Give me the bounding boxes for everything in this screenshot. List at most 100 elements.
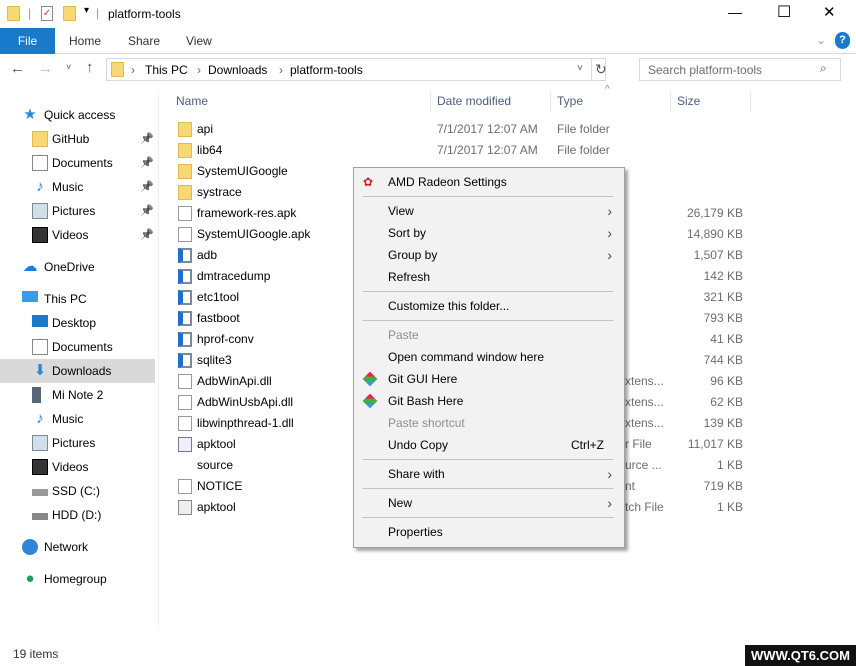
menu-item-group-by[interactable]: Group by ›: [354, 244, 624, 266]
sidebar-item-label: Documents: [52, 156, 113, 170]
pin-icon[interactable]: 📌: [140, 175, 154, 199]
menu-item-label: AMD Radeon Settings: [388, 175, 507, 189]
pin-icon[interactable]: 📌: [140, 223, 154, 247]
menu-item-label: Paste: [388, 328, 419, 342]
help-button[interactable]: ?: [835, 32, 850, 49]
menu-item-git-bash-here[interactable]: Git Bash Here: [354, 390, 624, 412]
maximize-button[interactable]: ☐: [777, 2, 791, 22]
back-button[interactable]: ←: [10, 60, 25, 77]
file-size: 11,017 KB: [687, 437, 743, 451]
menu-item-amd-radeon-settings[interactable]: AMD Radeon Settings ✿: [354, 171, 624, 193]
file-name: source: [197, 458, 234, 472]
sidebar-item-videos[interactable]: Videos: [0, 455, 155, 479]
folder-icon: [32, 131, 48, 147]
minimize-button[interactable]: —: [728, 4, 742, 20]
column-name[interactable]: Name: [170, 92, 431, 112]
close-button[interactable]: ✕: [823, 3, 836, 21]
pin-icon[interactable]: 📌: [140, 199, 154, 223]
recent-locations-button[interactable]: ˅: [66, 62, 71, 72]
address-bar[interactable]: › This PC › Downloads › platform-tools ˅…: [106, 58, 607, 81]
menu-item-label: Undo Copy: [388, 438, 449, 452]
title-bar: | ✓ ▾ | platform-tools — ☐ ✕: [0, 0, 856, 28]
exe-icon: [178, 290, 192, 305]
menu-item-customize-this-folder[interactable]: Customize this folder...: [354, 295, 624, 317]
file-row[interactable]: api 7/1/2017 12:07 AM File folder: [170, 119, 750, 140]
address-dropdown[interactable]: ˅: [577, 63, 583, 74]
sidebar-item-this-pc[interactable]: This PC: [0, 287, 155, 311]
sidebar-item-label: GitHub: [52, 132, 90, 146]
pin-icon[interactable]: 📌: [140, 127, 154, 151]
sidebar-item-pictures[interactable]: Pictures: [0, 431, 155, 455]
sidebar-item-onedrive[interactable]: ☁ OneDrive: [0, 255, 155, 279]
breadcrumb-this-pc[interactable]: This PC: [145, 63, 188, 77]
sidebar-item-github[interactable]: GitHub 📌: [0, 127, 155, 151]
pin-icon[interactable]: 📌: [140, 151, 154, 175]
sidebar-item-hdd-d-[interactable]: HDD (D:): [0, 503, 155, 527]
sidebar-item-network[interactable]: Network: [0, 535, 155, 559]
new-folder-icon[interactable]: [63, 6, 76, 21]
menu-item-new[interactable]: New ›: [354, 492, 624, 514]
file-row[interactable]: lib64 7/1/2017 12:07 AM File folder: [170, 140, 750, 161]
menu-item-open-command-window-here[interactable]: Open command window here: [354, 346, 624, 368]
sidebar-item-label: Quick access: [44, 108, 116, 122]
music-icon: ♪: [36, 410, 44, 427]
dll-icon: [178, 416, 192, 431]
up-button[interactable]: ↑: [86, 59, 94, 76]
menu-item-undo-copy[interactable]: Undo Copy Ctrl+Z: [354, 434, 624, 456]
menu-item-properties[interactable]: Properties: [354, 521, 624, 543]
column-date-modified[interactable]: Date modified: [431, 92, 551, 112]
file-date: 7/1/2017 12:07 AM: [437, 143, 538, 157]
sidebar-item-desktop[interactable]: Desktop: [0, 311, 155, 335]
sidebar-item-documents[interactable]: Documents: [0, 335, 155, 359]
sidebar-item-downloads[interactable]: ⬇ Downloads: [0, 359, 155, 383]
file-name: dmtracedump: [197, 269, 271, 283]
sidebar-item-music[interactable]: ♪ Music 📌: [0, 175, 155, 199]
menu-item-label: Customize this folder...: [388, 299, 510, 313]
git-icon: [362, 393, 378, 409]
tab-file[interactable]: File: [0, 28, 55, 54]
file-name: SystemUIGoogle: [197, 164, 288, 178]
menu-separator: [362, 517, 614, 518]
column-size[interactable]: Size: [671, 92, 751, 112]
menu-item-git-gui-here[interactable]: Git GUI Here: [354, 368, 624, 390]
search-icon[interactable]: ⌕: [820, 61, 827, 76]
breadcrumb-platform-tools[interactable]: platform-tools: [290, 63, 363, 77]
sidebar-item-videos[interactable]: Videos 📌: [0, 223, 155, 247]
customize-toolbar-icon[interactable]: ▾: [84, 5, 89, 16]
expand-ribbon-button[interactable]: ⌄: [816, 33, 826, 47]
file-size: 139 KB: [703, 416, 743, 430]
sidebar-item-ssd-c-[interactable]: SSD (C:): [0, 479, 155, 503]
sidebar-item-label: Music: [52, 180, 84, 194]
search-input[interactable]: Search platform-tools: [639, 58, 841, 81]
pictures-icon: [32, 203, 48, 219]
menu-item-view[interactable]: View ›: [354, 200, 624, 222]
sidebar-item-mi-note-2[interactable]: Mi Note 2: [0, 383, 155, 407]
file-size: 1,507 KB: [693, 248, 743, 262]
column-type[interactable]: Type: [551, 92, 671, 112]
folder-icon: [178, 164, 192, 179]
tab-share[interactable]: Share: [128, 28, 160, 54]
sidebar-item-music[interactable]: ♪ Music: [0, 407, 155, 431]
sidebar-item-quick-access[interactable]: ★ Quick access: [0, 103, 155, 127]
file-size: 1 KB: [716, 458, 743, 472]
file-type: xtens...: [625, 416, 664, 430]
file-type: xtens...: [625, 395, 664, 409]
menu-item-sort-by[interactable]: Sort by ›: [354, 222, 624, 244]
tab-view[interactable]: View: [186, 28, 212, 54]
breadcrumb-downloads[interactable]: Downloads: [208, 63, 267, 77]
document-icon: [32, 339, 48, 355]
menu-item-refresh[interactable]: Refresh: [354, 266, 624, 288]
file-type: urce ...: [625, 458, 662, 472]
file-date: 7/1/2017 12:07 AM: [437, 122, 538, 136]
properties-icon[interactable]: ✓: [41, 6, 53, 21]
sidebar-item-documents[interactable]: Documents 📌: [0, 151, 155, 175]
star-icon: ★: [23, 106, 37, 123]
tab-home[interactable]: Home: [69, 28, 101, 54]
batch-icon: [178, 500, 192, 515]
file-name: framework-res.apk: [197, 206, 297, 220]
refresh-icon[interactable]: ↻: [595, 61, 607, 78]
sidebar-item-homegroup[interactable]: ● Homegroup: [0, 567, 155, 591]
menu-item-share-with[interactable]: Share with ›: [354, 463, 624, 485]
sidebar-item-pictures[interactable]: Pictures 📌: [0, 199, 155, 223]
pictures-icon: [32, 435, 48, 451]
